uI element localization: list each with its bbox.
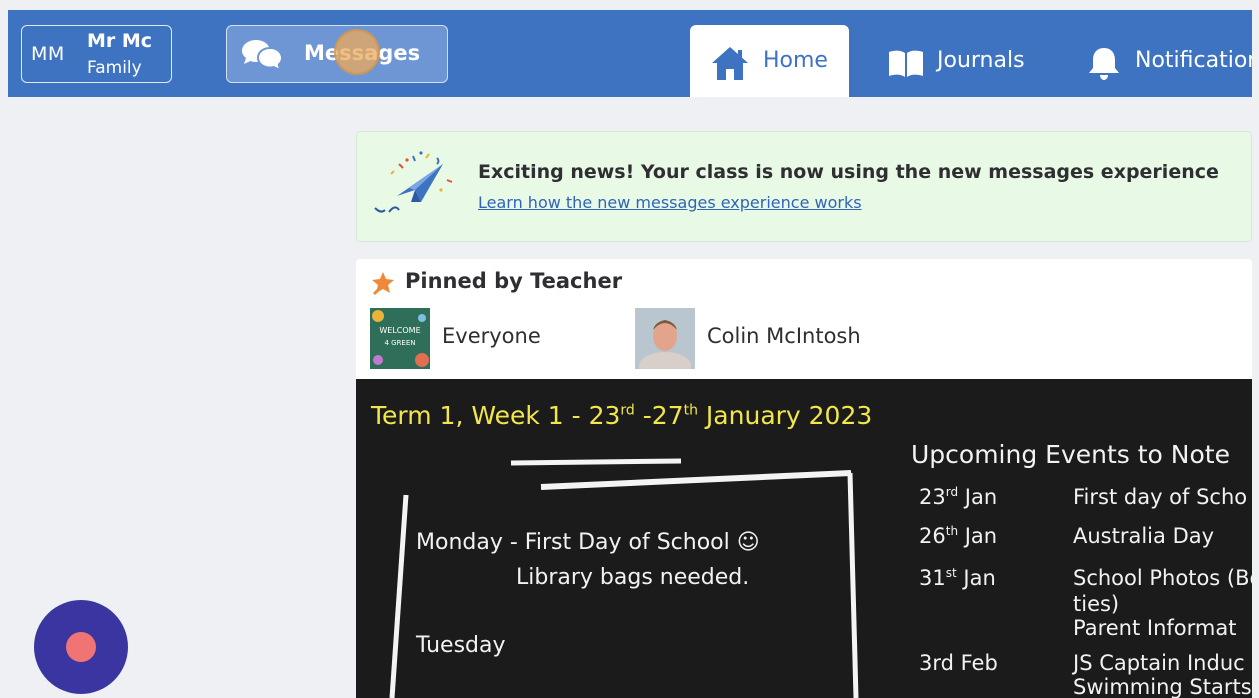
board-monday: Monday - First Day of School ☺ [416, 530, 760, 555]
recipient-teacher: Colin McIntosh [635, 308, 895, 369]
pin-icon [372, 272, 394, 296]
messages-button[interactable]: Messages [226, 25, 448, 83]
event-text-continued: Swimming Starts [1073, 675, 1252, 698]
event-text: Australia Day [1073, 524, 1215, 548]
top-strip [0, 0, 1259, 10]
tab-notifications-label: Notifications [1135, 48, 1252, 73]
avatar [635, 308, 695, 369]
user-family-label: Family [87, 58, 142, 78]
chalkboard-image: Term 1, Week 1 - 23rd -27th January 2023… [356, 379, 1252, 698]
board-tuesday: Tuesday [416, 633, 506, 658]
user-name: Mr Mc [87, 30, 153, 52]
events-title: Upcoming Events to Note [911, 440, 1230, 469]
thumb-text-class: 4 GREEN [384, 339, 415, 347]
learn-more-link[interactable]: Learn how the new messages experience wo… [478, 193, 862, 212]
banner-title: Exciting news! Your class is now using t… [478, 161, 1219, 183]
user-switcher-button[interactable]: MM Mr Mc Family [21, 25, 172, 83]
floating-record-button[interactable] [34, 600, 128, 694]
board-library: Library bags needed. [516, 565, 750, 590]
bell-icon [1089, 48, 1119, 80]
event-date: 26th Jan [919, 524, 998, 548]
tab-notifications[interactable]: Notifications [1078, 25, 1252, 97]
paper-plane-celebration-icon [374, 151, 453, 213]
new-messages-banner: Exciting news! Your class is now using t… [356, 131, 1252, 242]
pinned-label: Pinned by Teacher [405, 269, 623, 293]
event-text: First day of Scho [1073, 485, 1248, 509]
event-text-continued: Parent Informat [1073, 616, 1237, 640]
tab-home-label: Home [763, 48, 828, 73]
house-icon [712, 47, 748, 80]
event-date: 23rd Jan [919, 485, 998, 509]
board-heading: Term 1, Week 1 - 23rd -27th January 2023 [371, 401, 873, 430]
thumb-text-welcome: WELCOME [379, 326, 420, 335]
event-text: School Photos (Bo [1073, 566, 1252, 590]
tab-journals[interactable]: Journals [878, 25, 1048, 97]
class-thumbnail: WELCOME 4 GREEN [370, 308, 430, 369]
recipient-name: Everyone [442, 324, 541, 348]
event-date: 3rd Feb [919, 651, 998, 675]
click-indicator [334, 29, 380, 75]
recipient-everyone: WELCOME 4 GREEN Everyone [370, 308, 610, 369]
tab-home[interactable]: Home [690, 25, 849, 97]
user-initials: MM [31, 43, 65, 65]
event-text-continued: ties) [1073, 592, 1120, 616]
top-navbar: MM Mr Mc Family Messages Home Journals N… [8, 10, 1252, 97]
book-icon [889, 50, 923, 77]
tab-journals-label: Journals [937, 48, 1025, 73]
record-dot-icon [66, 632, 96, 662]
pinned-post-card: Pinned by Teacher WELCOME 4 GREEN Everyo… [356, 259, 1252, 698]
teacher-name: Colin McIntosh [707, 324, 861, 348]
event-text: JS Captain Induc [1073, 651, 1245, 675]
event-date: 31st Jan [919, 566, 996, 590]
chat-bubbles-icon [242, 40, 284, 72]
